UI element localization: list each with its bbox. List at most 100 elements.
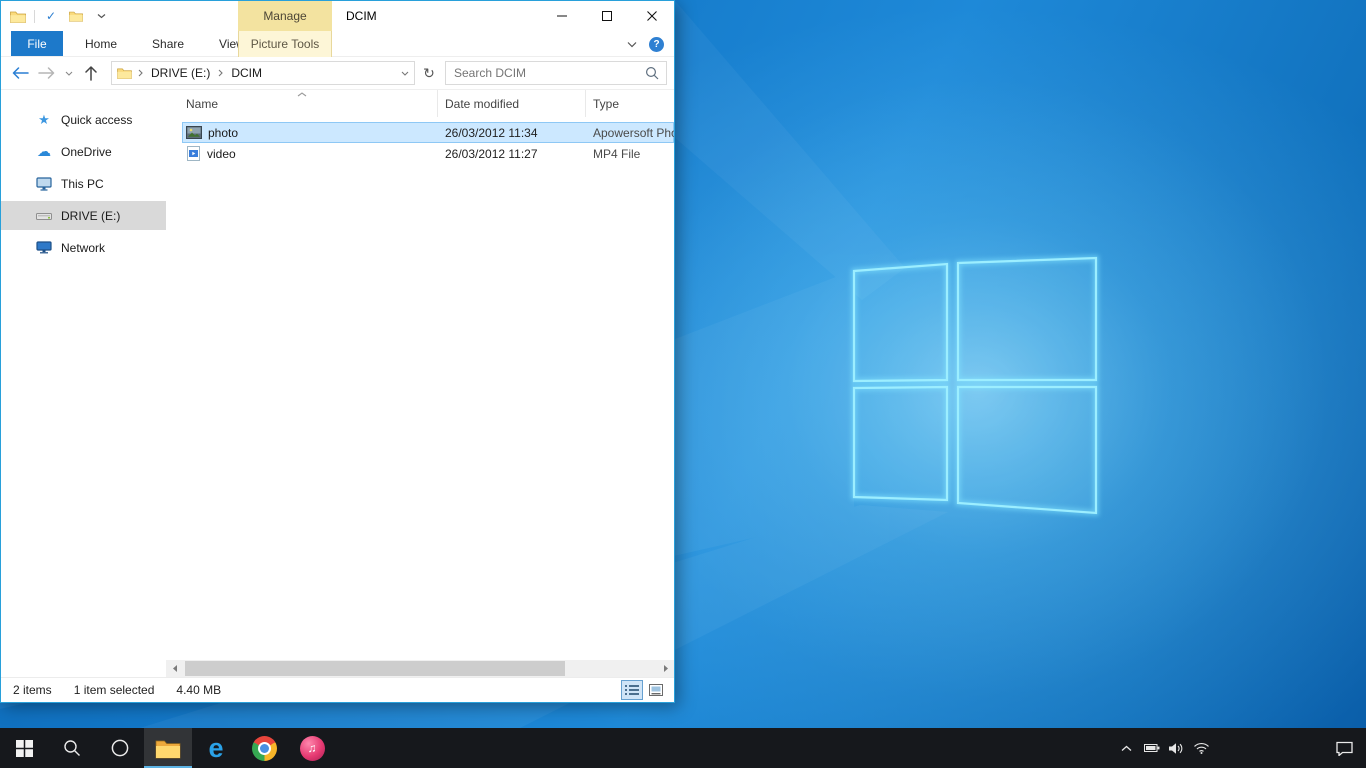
scroll-right-arrow-icon[interactable] [657,660,674,677]
video-file-icon [186,146,201,161]
address-bar[interactable]: DRIVE (E:) DCIM [111,61,415,85]
chevron-up-icon [1121,745,1132,752]
large-icons-view-button[interactable] [645,680,667,700]
up-button[interactable] [79,60,103,86]
cortana-icon [110,738,130,758]
action-center-button[interactable] [1322,728,1366,768]
file-rows: photo 26/03/2012 11:34 Apowersoft Pho [166,117,674,677]
file-explorer-icon [155,738,181,759]
navigation-pane: ★ Quick access ☁ OneDrive This [1,90,166,677]
column-header-date-modified[interactable]: Date modified [438,90,586,117]
address-dropdown-chevron-icon[interactable] [396,71,414,76]
file-list: Name Date modified Type [166,90,674,677]
scrollbar-track[interactable] [183,660,657,677]
maximize-button[interactable] [584,1,629,31]
explorer-window: ✓ Manage DCIM [0,0,675,703]
help-icon: ? [653,39,659,50]
file-row-video[interactable]: video 26/03/2012 11:27 MP4 File [182,143,674,164]
start-button[interactable] [0,728,48,768]
qat-new-folder-icon[interactable] [67,5,85,27]
sidebar-item-label: Quick access [61,113,132,127]
taskbar-search-button[interactable] [48,728,96,768]
tray-volume-button[interactable] [1164,728,1189,768]
tray-network-button[interactable] [1189,728,1214,768]
file-type: Apowersoft Pho [586,126,674,140]
taskbar: e ♫ [0,728,1366,768]
tab-share[interactable]: Share [139,31,197,56]
address-toolbar: DRIVE (E:) DCIM ↻ [1,57,674,90]
tab-home[interactable]: Home [72,31,130,56]
breadcrumb-segment-dcim[interactable]: DCIM [224,62,269,84]
search-box[interactable] [445,61,667,85]
qat-customize-chevron-icon[interactable] [92,5,110,27]
sidebar-item-this-pc[interactable]: This PC [1,169,166,198]
sort-ascending-icon [297,92,307,97]
search-icon[interactable] [645,66,666,80]
contextual-group-manage[interactable]: Manage [238,1,332,31]
sidebar-item-network[interactable]: Network [1,233,166,262]
sidebar-item-label: Network [61,241,105,255]
details-view-icon [625,684,639,696]
selection-info: 1 item selected [74,683,155,697]
tab-file[interactable]: File [11,31,63,56]
breadcrumb-chevron-icon[interactable] [217,69,224,77]
manage-label: Manage [263,9,306,23]
file-date: 26/03/2012 11:27 [438,147,586,161]
desktop: ✓ Manage DCIM [0,0,1366,768]
column-header-type[interactable]: Type [586,90,674,117]
selection-size: 4.40 MB [176,683,221,697]
title-bar[interactable]: ✓ Manage DCIM [1,1,674,31]
taskbar-file-explorer-button[interactable] [144,728,192,768]
tray-battery-button[interactable] [1139,728,1164,768]
network-icon [36,241,52,254]
wifi-icon [1193,742,1210,754]
windows-start-icon [16,740,33,757]
history-chevron-icon[interactable] [62,60,76,86]
file-date: 26/03/2012 11:34 [438,126,586,140]
check-icon: ✓ [46,9,56,23]
tray-show-hidden-icons-button[interactable] [1114,728,1139,768]
chrome-icon [252,736,277,761]
taskbar-itunes-button[interactable]: ♫ [288,728,336,768]
status-bar: 2 items 1 item selected 4.40 MB [1,677,674,702]
sidebar-item-quick-access[interactable]: ★ Quick access [1,105,166,134]
breadcrumb-segment-drive[interactable]: DRIVE (E:) [144,62,217,84]
sidebar-item-drive-e[interactable]: DRIVE (E:) [1,201,166,230]
file-name: video [207,147,236,161]
photo-file-icon [186,126,202,139]
close-button[interactable] [629,1,674,31]
minimize-button[interactable] [539,1,584,31]
details-view-button[interactable] [621,680,643,700]
search-icon [63,739,81,757]
refresh-button[interactable]: ↻ [418,61,440,85]
breadcrumb-chevron-icon[interactable] [133,69,144,77]
system-tray [1114,728,1366,768]
star-icon: ★ [36,112,52,128]
sidebar-item-label: DRIVE (E:) [61,209,120,223]
qat-properties-icon[interactable]: ✓ [42,5,60,27]
app-icon [9,5,27,27]
sidebar-item-onedrive[interactable]: ☁ OneDrive [1,137,166,166]
itunes-icon: ♫ [300,736,325,761]
column-header-name[interactable]: Name [166,90,438,117]
large-icons-view-icon [649,684,663,696]
tab-picture-tools[interactable]: Picture Tools [238,31,332,57]
help-button[interactable]: ? [649,37,664,52]
search-input[interactable] [446,66,645,80]
sidebar-item-label: This PC [61,177,104,191]
taskbar-edge-button[interactable]: e [192,728,240,768]
column-headers: Name Date modified Type [166,90,674,117]
expand-ribbon-chevron-icon[interactable] [627,41,637,48]
edge-icon: e [208,735,223,762]
scrollbar-thumb[interactable] [185,661,565,676]
back-button[interactable] [8,60,32,86]
speaker-icon [1169,742,1184,755]
file-row-photo[interactable]: photo 26/03/2012 11:34 Apowersoft Pho [182,122,674,143]
scroll-left-arrow-icon[interactable] [166,660,183,677]
forward-button[interactable] [35,60,59,86]
sidebar-item-label: OneDrive [61,145,112,159]
horizontal-scrollbar[interactable] [166,660,674,677]
taskbar-chrome-button[interactable] [240,728,288,768]
window-title: DCIM [346,1,377,31]
cortana-button[interactable] [96,728,144,768]
